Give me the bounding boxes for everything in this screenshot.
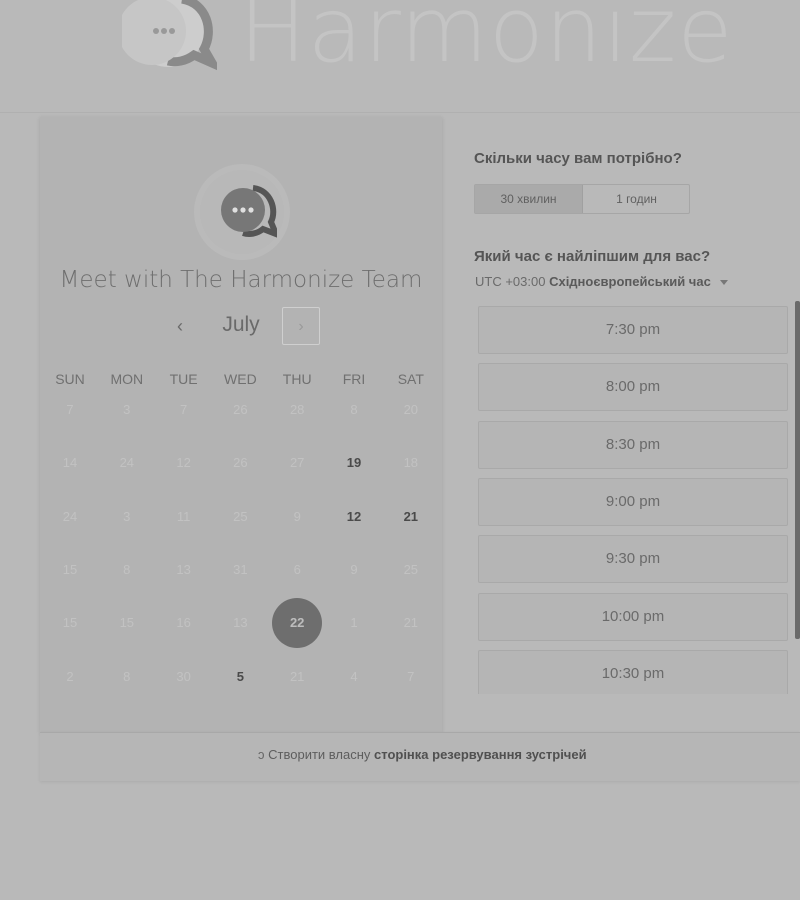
calendar-day: 7 <box>66 402 74 417</box>
calendar-day: 7 <box>407 669 415 684</box>
time-question: Який час є найліпшим для вас? <box>474 248 711 265</box>
calendar-day: 13 <box>176 562 191 577</box>
time-slot-button[interactable]: 7:30 pm <box>478 306 788 354</box>
calendar-day: 26 <box>233 402 248 417</box>
calendar-day: 9 <box>350 562 358 577</box>
weekday-header: SUN MON TUE WED THU FRI SAT <box>40 371 442 393</box>
calendar-day: 16 <box>176 615 191 630</box>
calendar-day: 2 <box>66 669 74 684</box>
create-booking-page-link[interactable]: ↄ Створити власну сторінка резервування … <box>258 747 587 762</box>
footer-link-text: сторінка резервування зустрічей <box>374 747 587 762</box>
calendar-day: 3 <box>123 509 131 524</box>
hubspot-sprocket-icon: ↄ <box>258 747 265 762</box>
calendar-day: 18 <box>403 455 419 470</box>
time-slot-list: 7:30 pm 8:00 pm 8:30 pm 9:00 pm 9:30 pm 10:00… <box>478 306 788 694</box>
calendar-day: 8 <box>350 402 358 417</box>
calendar-day-available[interactable]: 19 <box>326 448 382 478</box>
time-slot-scrollbar[interactable] <box>795 301 800 639</box>
duration-option-30min[interactable]: 30 хвилин <box>475 185 583 213</box>
calendar-day: 28 <box>289 402 305 417</box>
calendar-day: 1 <box>350 615 358 630</box>
next-month-button[interactable]: › <box>282 307 320 345</box>
calendar-day: 30 <box>176 669 191 684</box>
calendar-day: 21 <box>403 615 419 630</box>
calendar-day: 9 <box>293 509 301 524</box>
brand-name: Harmonize <box>239 0 734 83</box>
weekday-sat: SAT <box>397 371 424 387</box>
calendar-day: 12 <box>176 455 191 470</box>
brand-logo: Harmonize <box>118 0 734 86</box>
duration-question: Скільки часу вам потрібно? <box>474 150 682 167</box>
weekday-wed: WED <box>224 371 257 387</box>
calendar-day: 27 <box>289 455 305 470</box>
calendar-day: 24 <box>119 455 135 470</box>
calendar-day: 15 <box>62 562 78 577</box>
timezone-name: Східноєвропейський час <box>549 274 711 289</box>
calendar-day: 11 <box>176 509 191 524</box>
calendar-day: 20 <box>403 402 419 417</box>
month-label: July <box>222 313 260 336</box>
calendar-day: 15 <box>62 615 78 630</box>
meeting-title: Meet with The Harmonize Team <box>59 267 423 293</box>
team-avatar <box>200 170 284 254</box>
calendar-day: 24 <box>62 509 78 524</box>
calendar-day-available[interactable]: 21 <box>383 502 439 532</box>
time-slot-button[interactable]: 8:30 pm <box>478 420 788 469</box>
caret-down-icon <box>720 280 729 286</box>
time-slot-button[interactable]: 8:00 pm <box>478 363 788 412</box>
header-divider <box>0 112 800 113</box>
duration-toggle: 30 хвилин 1 годин <box>474 184 690 214</box>
duration-option-1hour[interactable]: 1 годин <box>583 185 690 213</box>
calendar-day: 14 <box>62 455 78 470</box>
weekday-tue: TUE <box>169 371 198 387</box>
time-slot-button[interactable]: 10:00 pm <box>478 592 788 641</box>
weekday-thu: THU <box>282 371 312 387</box>
footer-prefix: Створити власну <box>268 747 371 762</box>
timezone-dropdown[interactable]: UTC +03:00 Східноєвропейський час <box>475 274 729 289</box>
calendar-card: Meet with The Harmonize Team ‹ July › SU… <box>40 117 442 732</box>
previous-month-button[interactable]: ‹ <box>167 311 193 341</box>
calendar-day-available[interactable]: 12 <box>326 502 382 532</box>
calendar-day: 13 <box>233 615 248 630</box>
time-slot-button[interactable]: 10:30 pm <box>478 649 788 694</box>
calendar-day: 7 <box>179 402 188 417</box>
footer-bar: ↄ Створити власну сторінка резервування … <box>40 732 800 781</box>
calendar-day: 4 <box>350 669 358 684</box>
calendar-day: 15 <box>119 615 135 630</box>
month-navigation: ‹ July › <box>40 307 442 347</box>
time-slot-button[interactable]: 9:30 pm <box>478 535 788 584</box>
calendar-day: 6 <box>293 562 301 577</box>
chat-bubble-icon <box>221 185 277 238</box>
calendar-day: 25 <box>403 562 419 577</box>
calendar-day: 8 <box>123 562 131 577</box>
timezone-offset: UTC +03:00 <box>475 274 546 289</box>
weekday-mon: MON <box>110 371 144 387</box>
calendar-day: 26 <box>233 455 248 470</box>
calendar-day: 25 <box>233 509 248 524</box>
calendar-day: 8 <box>123 669 131 684</box>
calendar-day: 21 <box>289 669 305 684</box>
calendar-day-available[interactable]: 5 <box>212 662 268 692</box>
weekday-sun: SUN <box>55 371 85 387</box>
calendar-day-selected[interactable]: 22 <box>272 598 323 648</box>
weekday-fri: FRI <box>342 371 366 387</box>
time-slot-button[interactable]: 9:00 pm <box>478 477 788 526</box>
calendar-day: 31 <box>233 562 248 577</box>
chat-bubble-icon <box>118 0 223 73</box>
calendar-day: 3 <box>123 402 131 417</box>
